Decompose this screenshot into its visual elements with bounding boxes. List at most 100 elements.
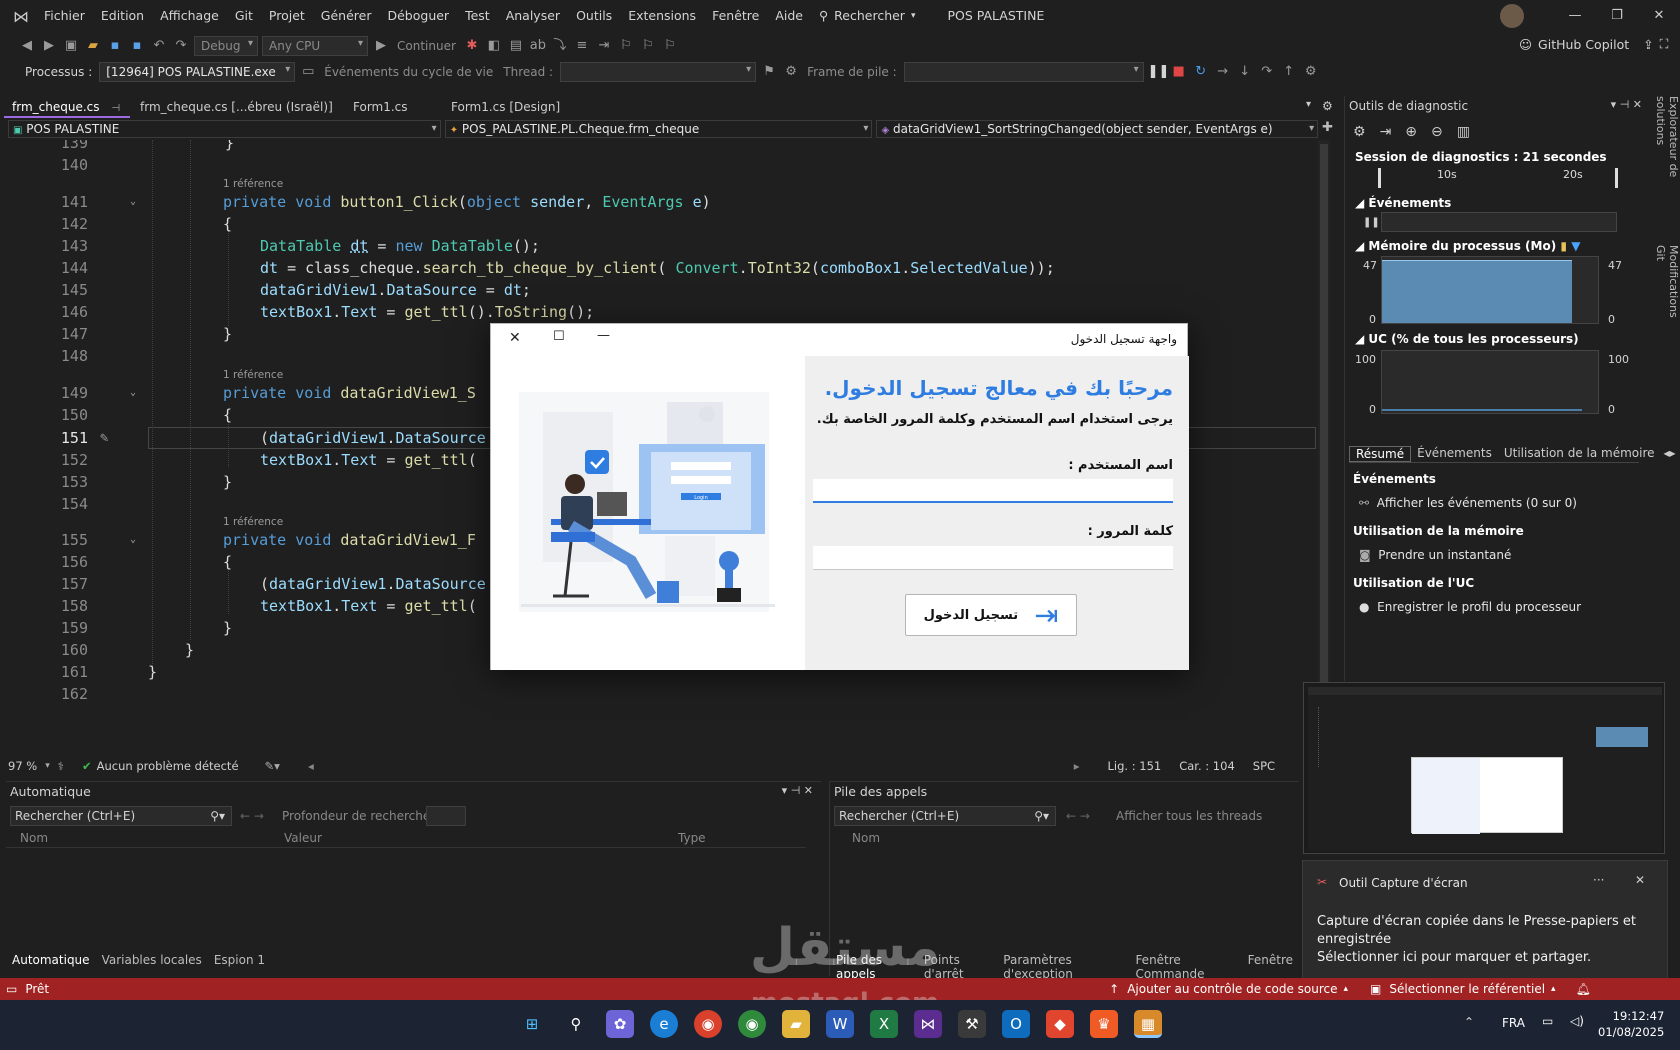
tab-fenetre-commande[interactable]: Fenêtre Commande: [1129, 953, 1241, 981]
hot-reload-settings-icon[interactable]: ⚙: [1302, 63, 1320, 81]
menu-edition[interactable]: Edition: [93, 0, 152, 32]
collapse-icon[interactable]: ⌄: [130, 191, 136, 213]
settings-gear-icon[interactable]: ⚙: [1322, 99, 1333, 113]
split-editor-icon[interactable]: ✚: [1322, 120, 1333, 138]
tab-frm-cheque-cs[interactable]: frm_cheque.cs ⊣ ✕: [4, 96, 130, 138]
chrome-icon[interactable]: ◉: [694, 1010, 722, 1038]
menu-test[interactable]: Test: [457, 0, 498, 32]
export-icon[interactable]: ⇥: [1380, 124, 1392, 140]
network-icon[interactable]: ▭: [1542, 1014, 1553, 1028]
undo-icon[interactable]: ↶: [150, 37, 168, 55]
pin-icon[interactable]: ⊣: [111, 103, 120, 114]
take-snapshot-link[interactable]: ◙ Prendre un instantané: [1359, 548, 1511, 562]
tab-variables-locales[interactable]: Variables locales: [96, 953, 208, 967]
chart-icon[interactable]: ▥: [1457, 124, 1470, 140]
edge-icon[interactable]: e: [650, 1010, 678, 1038]
search-icon[interactable]: ⚲▾: [1034, 807, 1049, 825]
copilot-icon[interactable]: ✿: [606, 1010, 634, 1038]
minimize-icon[interactable]: —: [1554, 0, 1596, 32]
timeline-ruler[interactable]: 10s 20s: [1378, 168, 1618, 188]
git-changes-tab[interactable]: Modifications Git: [1652, 245, 1680, 336]
tab-form1-cs[interactable]: Form1.cs: [345, 96, 445, 118]
menu-analyser[interactable]: Analyser: [498, 0, 568, 32]
restore-icon[interactable]: ❐: [1596, 0, 1638, 32]
menu-aide[interactable]: Aide: [767, 0, 811, 32]
pause-icon[interactable]: ❚❚: [1363, 217, 1380, 228]
new-project-icon[interactable]: ▣: [62, 37, 80, 55]
tab-overflow-icon[interactable]: ▾: [1306, 99, 1311, 110]
anydesk-icon[interactable]: ◆: [1046, 1010, 1074, 1038]
column-indicator[interactable]: Car. : 104: [1179, 759, 1235, 773]
snipping-tool-notification[interactable]: ✂ Outil Capture d'écran ··· ✕ Capture d'…: [1302, 860, 1668, 982]
codelens-references[interactable]: 1 référence: [223, 177, 283, 191]
close-icon[interactable]: ✕: [1638, 0, 1680, 32]
panel-controls[interactable]: ▾ ⊣ ✕: [782, 784, 813, 797]
col-nom[interactable]: Nom: [20, 831, 48, 845]
settings-icon[interactable]: ⚙: [1353, 124, 1366, 140]
password-field[interactable]: [813, 546, 1173, 570]
menu-affichage[interactable]: Affichage: [152, 0, 227, 32]
avatar[interactable]: [1500, 4, 1524, 28]
class-combo[interactable]: ✦ POS_PALASTINE.PL.Cheque.frm_cheque: [444, 120, 873, 138]
layout-icon[interactable]: ▤: [507, 37, 525, 55]
select-repository[interactable]: Sélectionner le référentiel: [1389, 982, 1545, 996]
pos-app-icon[interactable]: ▦: [1134, 1010, 1162, 1038]
filter-icon[interactable]: ⚙: [782, 63, 800, 81]
open-folder-icon[interactable]: ▰: [84, 37, 102, 55]
volume-icon[interactable]: ◁): [1570, 1014, 1584, 1028]
scroll-right-icon[interactable]: ▸: [1074, 759, 1080, 773]
autos-search-input[interactable]: Rechercher (Ctrl+E) ⚲▾: [10, 806, 232, 826]
format-icon[interactable]: ≡: [573, 37, 591, 55]
tab-espion-1[interactable]: Espion 1: [208, 953, 271, 967]
zoom-in-icon[interactable]: ⊕: [1405, 124, 1417, 140]
search-menu[interactable]: ⚲ Rechercher ▾: [811, 0, 923, 32]
notifications-bell-icon[interactable]: 🔔︎: [1576, 982, 1591, 996]
chrome-profile-icon[interactable]: ◉: [738, 1010, 766, 1038]
step-over-icon[interactable]: ↷: [1258, 63, 1276, 81]
add-source-control[interactable]: Ajouter au contrôle de code source: [1127, 982, 1337, 996]
brave-icon[interactable]: ♛: [1090, 1010, 1118, 1038]
memory-graph[interactable]: [1381, 256, 1599, 324]
tab-frm-cheque-hebrew[interactable]: frm_cheque.cs [...ébreu (Israël)]: [132, 96, 347, 118]
bookmark-next-icon[interactable]: ⚐: [661, 37, 679, 55]
screenshot-thumbnail[interactable]: [1303, 682, 1665, 854]
pause-icon[interactable]: ❚❚: [1148, 63, 1170, 81]
forward-icon[interactable]: ▶: [40, 37, 58, 55]
tab-parametres-exception[interactable]: Paramètres d'exception: [997, 953, 1129, 981]
tab-resume[interactable]: Résumé: [1349, 446, 1412, 462]
share-icon[interactable]: ⇪: [1643, 37, 1653, 52]
language-indicator[interactable]: FRA: [1502, 1016, 1525, 1030]
tray-overflow-icon[interactable]: ⌃: [1464, 1015, 1474, 1029]
save-icon[interactable]: ▪: [106, 37, 124, 55]
lifecycle-events[interactable]: Événements du cycle de vie: [321, 65, 496, 79]
codelens-references[interactable]: 1 référence: [223, 368, 283, 382]
username-field[interactable]: [813, 479, 1173, 503]
editor-scrollbar[interactable]: [1318, 140, 1330, 755]
bookmark-icon[interactable]: ⚐: [617, 37, 635, 55]
continue-button[interactable]: Continuer: [394, 39, 459, 53]
play-icon[interactable]: ▶: [372, 37, 390, 55]
panel-controls[interactable]: ▾ ⊣ ✕: [1611, 98, 1642, 111]
file-explorer-icon[interactable]: ▰: [782, 1010, 810, 1038]
close-icon[interactable]: ✕: [509, 330, 521, 346]
zoom-combo[interactable]: 97 %: [8, 759, 37, 773]
indent-icon[interactable]: ⇥: [595, 37, 613, 55]
scroll-left-icon[interactable]: ◂: [308, 759, 314, 773]
tab-utilisation-memoire[interactable]: Utilisation de la mémoire: [1498, 446, 1661, 462]
maximize-icon[interactable]: ☐: [553, 329, 565, 344]
clock[interactable]: 19:12:47 01/08/2025: [1598, 1008, 1664, 1040]
configuration-combo[interactable]: Debug: [194, 36, 258, 56]
show-next-statement-icon[interactable]: →: [1214, 63, 1232, 81]
tools-icon[interactable]: ⚒: [958, 1010, 986, 1038]
menu-git[interactable]: Git: [227, 0, 261, 32]
visual-studio-logo-icon[interactable]: ⋈: [6, 0, 36, 32]
search-icon[interactable]: ⚲▾: [210, 807, 225, 825]
back-icon[interactable]: ◀: [18, 37, 36, 55]
menu-deboguer[interactable]: Déboguer: [379, 0, 457, 32]
col-valeur[interactable]: Valeur: [284, 831, 322, 845]
minimize-icon[interactable]: —: [597, 328, 610, 343]
member-combo[interactable]: ◈ dataGridView1_SortStringChanged(object…: [876, 120, 1319, 138]
feedback-icon[interactable]: ⛶: [1660, 36, 1669, 52]
redo-icon[interactable]: ↷: [172, 37, 190, 55]
events-track[interactable]: [1381, 212, 1617, 232]
